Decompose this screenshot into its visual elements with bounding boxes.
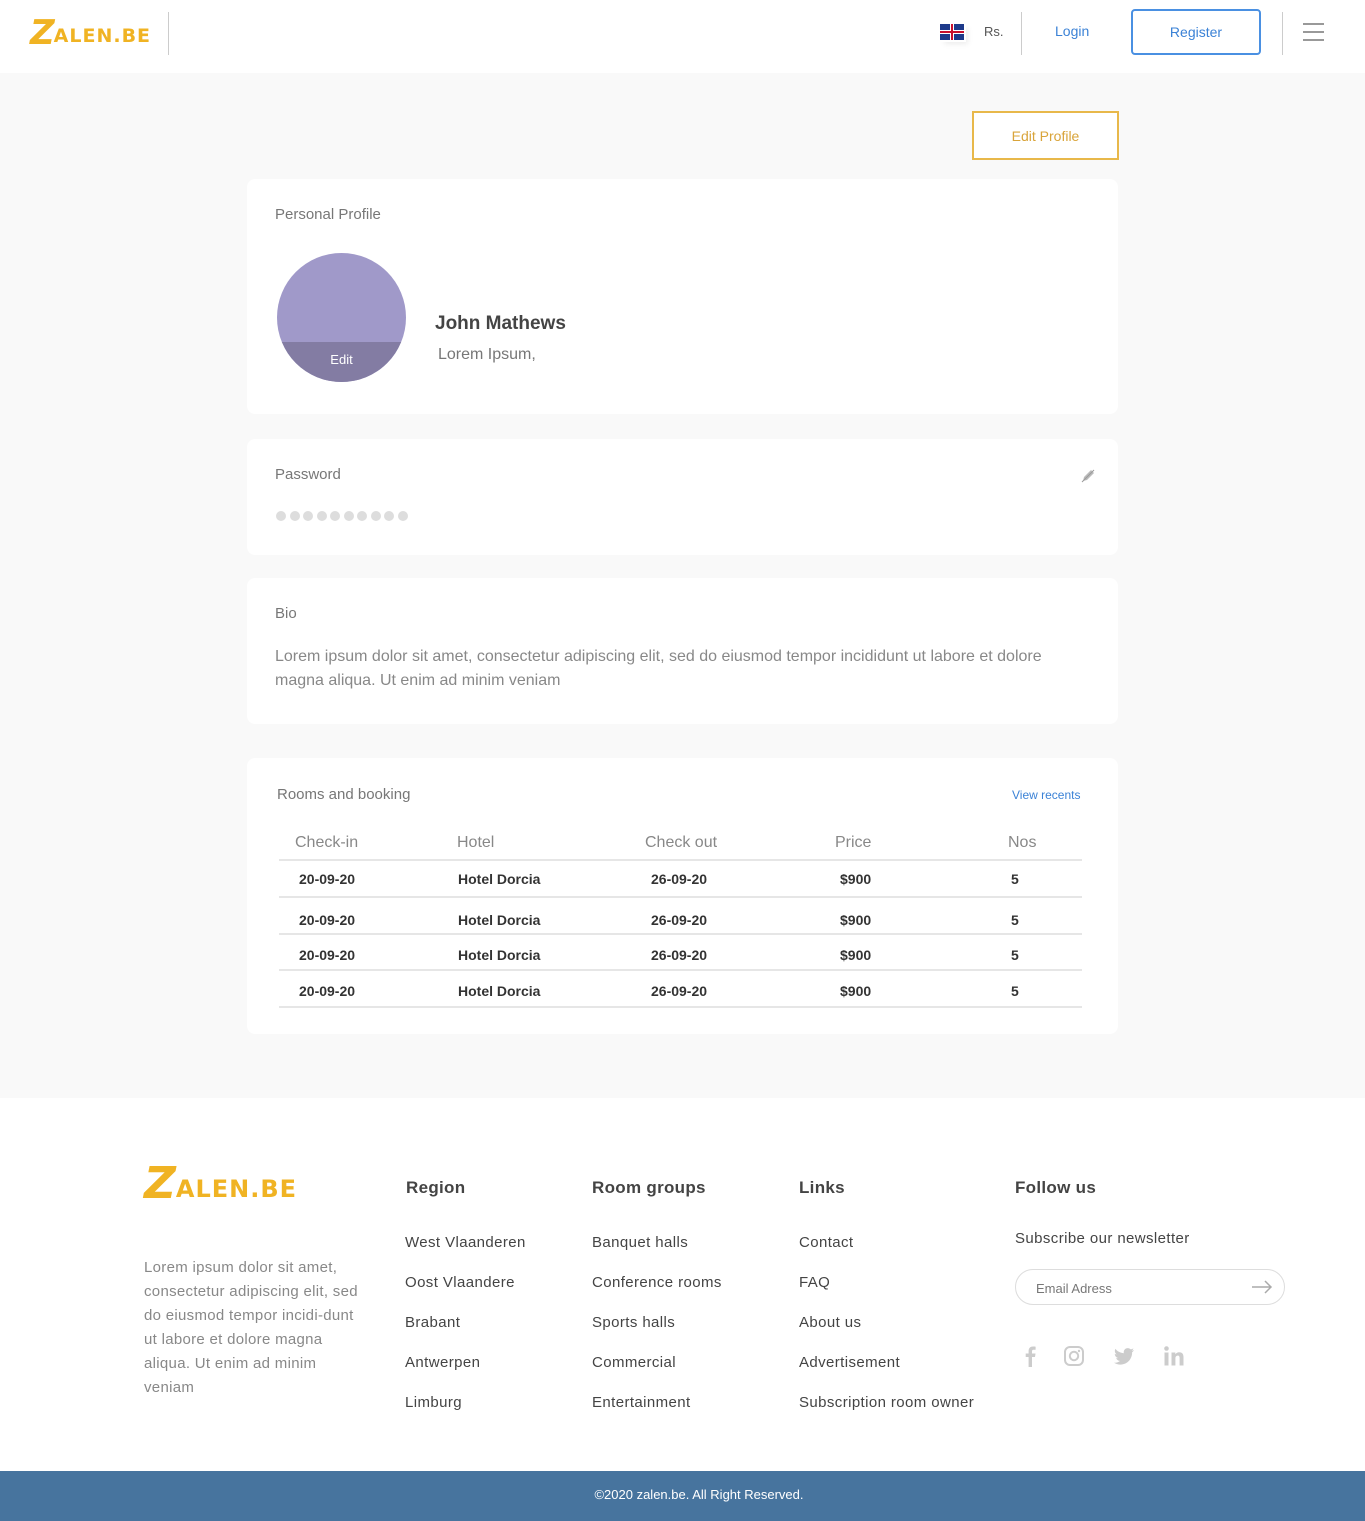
bio-card: Bio Lorem ipsum dolor sit amet, consecte… [247, 578, 1118, 724]
email-input[interactable] [1036, 1278, 1236, 1298]
subscribe-label: Subscribe our newsletter [1015, 1230, 1190, 1247]
nos-cell: 5 [1011, 871, 1019, 887]
hotel-cell: Hotel Dorcia [458, 871, 541, 887]
column-header-hotel: Hotel [457, 834, 495, 851]
bookings-card: Rooms and booking View recents Check-in … [247, 758, 1118, 1034]
region-link[interactable]: Antwerpen [405, 1354, 480, 1371]
links-title: Links [799, 1178, 845, 1197]
row-divider [279, 1006, 1082, 1008]
footer-logo[interactable]: Z ALEN.BE [144, 1162, 297, 1206]
footer-link[interactable]: About us [799, 1314, 861, 1331]
checkin-cell: 20-09-20 [299, 912, 356, 928]
bookings-title: Rooms and booking [277, 786, 411, 803]
row-divider [279, 969, 1082, 971]
footer-link[interactable]: Advertisement [799, 1354, 900, 1371]
linkedin-icon[interactable] [1163, 1345, 1185, 1367]
bio-title: Bio [275, 605, 297, 622]
divider [1282, 12, 1283, 55]
footer-link[interactable]: Contact [799, 1234, 854, 1251]
profile-title: Personal Profile [275, 206, 381, 223]
divider [168, 12, 169, 55]
footer-link[interactable]: Subscription room owner [799, 1394, 974, 1411]
instagram-icon[interactable] [1063, 1345, 1085, 1367]
hotel-cell: Hotel Dorcia [458, 912, 541, 928]
checkin-cell: 20-09-20 [299, 983, 356, 999]
follow-title: Follow us [1015, 1178, 1097, 1197]
price-cell: $900 [840, 983, 872, 999]
avatar-edit-button[interactable]: Edit [277, 342, 406, 382]
password-value [276, 511, 408, 521]
profile-card: Personal Profile Edit John Mathews Lorem… [247, 179, 1118, 414]
arrow-right-icon[interactable] [1251, 1279, 1273, 1295]
footer-link[interactable]: FAQ [799, 1274, 830, 1291]
price-cell: $900 [840, 947, 872, 963]
footer-description: Lorem ipsum dolor sit amet, consectetur … [144, 1259, 358, 1396]
divider [1021, 12, 1022, 55]
checkout-cell: 26-09-20 [651, 983, 708, 999]
region-link[interactable]: Limburg [405, 1394, 462, 1411]
register-button[interactable]: Register [1131, 9, 1261, 55]
column-header-nos: Nos [1008, 834, 1037, 851]
checkin-cell: 20-09-20 [299, 871, 356, 887]
logo[interactable]: Z ALEN.BE [30, 16, 151, 50]
room-group-link[interactable]: Sports halls [592, 1314, 675, 1331]
logo-initial: Z [30, 13, 55, 53]
edit-profile-button[interactable]: Edit Profile [972, 111, 1119, 160]
nos-cell: 5 [1011, 983, 1019, 999]
room-groups-title: Room groups [592, 1178, 706, 1197]
column-header-checkout: Check out [645, 834, 718, 851]
checkout-cell: 26-09-20 [651, 912, 708, 928]
password-card: Password [247, 439, 1118, 555]
bio-text: Lorem ipsum dolor sit amet, consectetur … [275, 648, 1042, 689]
hotel-cell: Hotel Dorcia [458, 983, 541, 999]
site-header: Z ALEN.BE Rs. Login Register [0, 0, 1365, 73]
copyright-text: ©2020 zalen.be. All Right Reserved. [594, 1487, 804, 1502]
price-cell: $900 [840, 871, 872, 887]
room-group-link[interactable]: Conference rooms [592, 1274, 722, 1291]
currency-selector[interactable]: Rs. [984, 24, 1004, 39]
checkin-cell: 20-09-20 [299, 947, 356, 963]
footer-logo-initial: Z [144, 1158, 176, 1209]
password-title: Password [275, 466, 341, 483]
nos-cell: 5 [1011, 947, 1019, 963]
twitter-icon[interactable] [1113, 1345, 1135, 1367]
region-link[interactable]: Brabant [405, 1314, 460, 1331]
logo-text: ALEN.BE [53, 25, 152, 47]
region-title: Region [406, 1178, 466, 1197]
room-group-link[interactable]: Commercial [592, 1354, 676, 1371]
hotel-cell: Hotel Dorcia [458, 947, 541, 963]
row-divider [279, 896, 1082, 898]
nos-cell: 5 [1011, 912, 1019, 928]
newsletter-form [1015, 1269, 1285, 1305]
profile-subtitle: Lorem Ipsum, [438, 346, 536, 363]
region-link[interactable]: Oost Vlaandere [405, 1274, 515, 1291]
table-header-divider [279, 859, 1082, 861]
copyright-bar: ©2020 zalen.be. All Right Reserved. [0, 1471, 1365, 1521]
room-group-link[interactable]: Entertainment [592, 1394, 691, 1411]
avatar: Edit [277, 253, 406, 382]
menu-icon[interactable] [1303, 23, 1324, 41]
login-link[interactable]: Login [1055, 23, 1089, 39]
footer-logo-text: ALEN.BE [175, 1175, 298, 1203]
view-recents-link[interactable]: View recents [1012, 788, 1080, 802]
column-header-price: Price [835, 834, 872, 851]
column-header-checkin: Check-in [295, 834, 359, 851]
profile-name: John Mathews [435, 313, 566, 334]
row-divider [279, 933, 1082, 935]
room-group-link[interactable]: Banquet halls [592, 1234, 688, 1251]
checkout-cell: 26-09-20 [651, 947, 708, 963]
uk-flag-icon[interactable] [940, 24, 964, 40]
region-link[interactable]: West Vlaanderen [405, 1234, 526, 1251]
price-cell: $900 [840, 912, 872, 928]
pencil-icon[interactable] [1081, 469, 1095, 483]
checkout-cell: 26-09-20 [651, 871, 708, 887]
facebook-icon[interactable] [1020, 1345, 1042, 1367]
site-footer: Z ALEN.BE Lorem ipsum dolor sit amet, co… [0, 1098, 1365, 1471]
